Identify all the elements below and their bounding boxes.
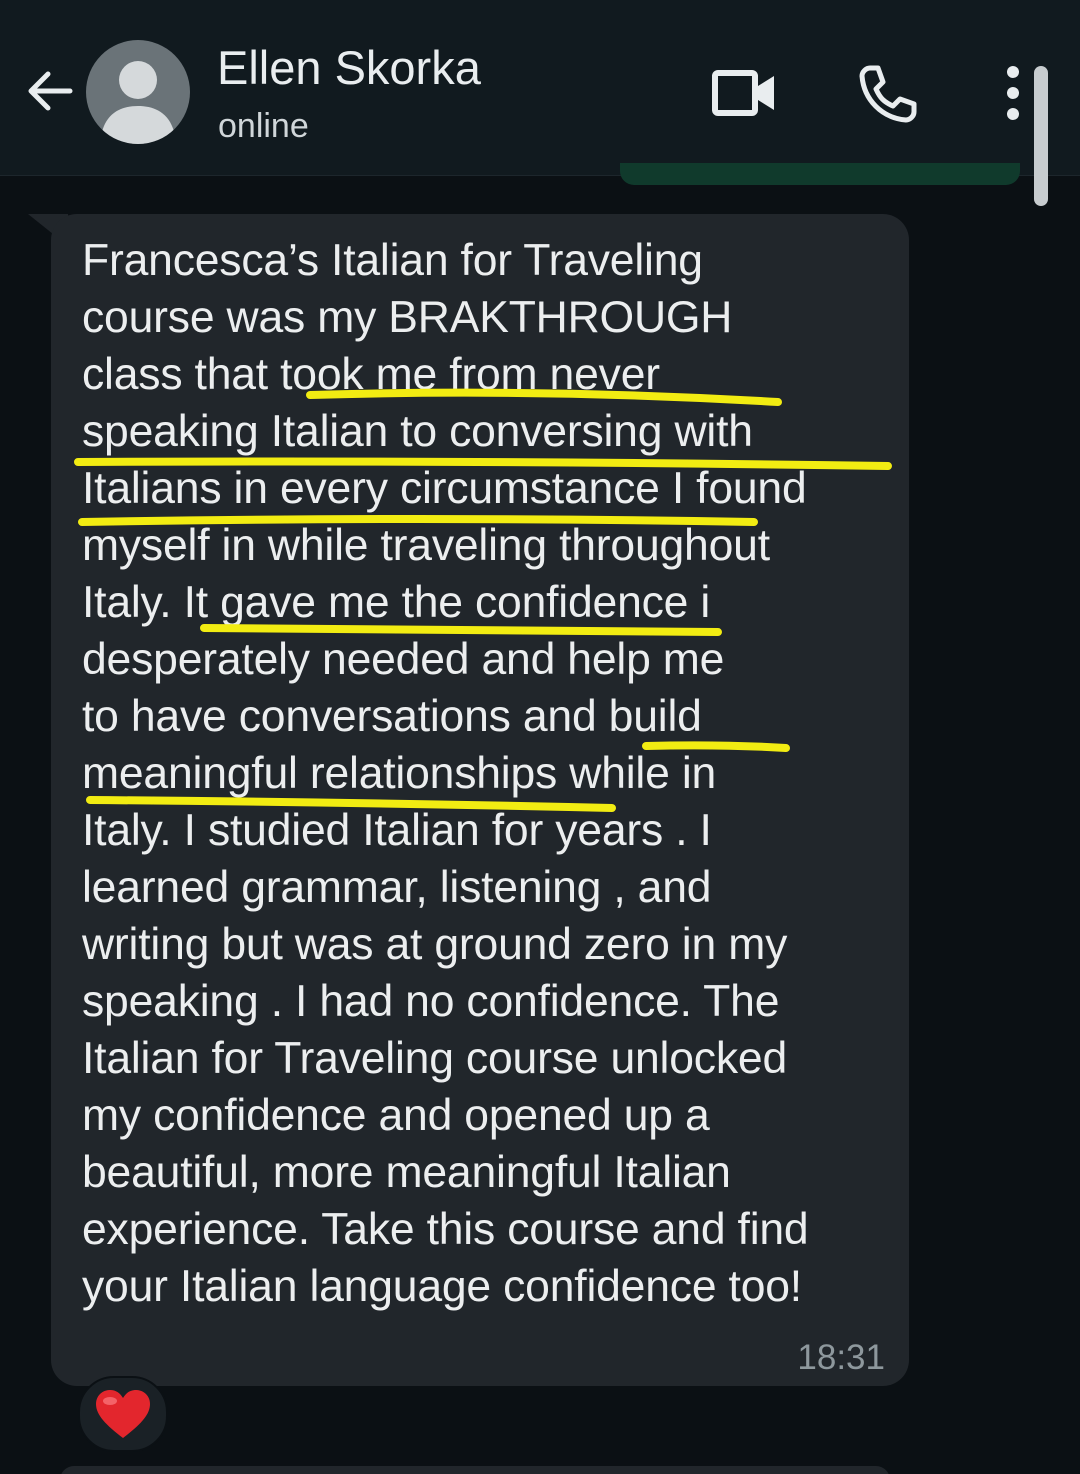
voice-call-icon[interactable] — [856, 62, 920, 126]
back-arrow-icon[interactable] — [22, 63, 78, 119]
scrollbar-thumb[interactable] — [1034, 66, 1048, 206]
contact-status: online — [218, 107, 309, 145]
message-text: Francesca’s Italian for Traveling course… — [82, 232, 892, 1315]
message-line: beautiful, more meaningful Italian — [82, 1148, 731, 1197]
message-line: desperately needed and help me — [82, 635, 725, 684]
message-line: Francesca’s Italian for Traveling — [82, 236, 703, 285]
message-line: class that took me from never — [82, 350, 660, 399]
message-line: Italian for Traveling course unlocked — [82, 1034, 787, 1083]
chat-header: Ellen Skorka online — [0, 0, 1080, 176]
reaction-badge[interactable] — [78, 1376, 168, 1452]
video-call-icon[interactable] — [710, 64, 778, 122]
contact-avatar[interactable] — [86, 40, 190, 144]
message-line: Italy. I studied Italian for years . I — [82, 806, 712, 855]
message-line: to have conversations and build — [82, 692, 702, 741]
message-line: speaking Italian to conversing with — [82, 407, 753, 456]
message-line: myself in while traveling throughout — [82, 521, 770, 570]
chat-screen: Ellen Skorka online Francesca’s Italian … — [0, 0, 1080, 1474]
message-line: meaningful relationships while in — [82, 749, 717, 798]
more-options-icon[interactable] — [998, 62, 1028, 124]
avatar-placeholder-icon — [100, 61, 176, 144]
message-line: Italy. It gave me the confidence i — [82, 578, 711, 627]
contact-name[interactable]: Ellen Skorka — [217, 40, 481, 96]
message-line: writing but was at ground zero in my — [82, 920, 788, 969]
next-message-edge — [60, 1466, 890, 1474]
previous-message-edge — [620, 163, 1020, 185]
heart-icon — [96, 1390, 150, 1438]
message-line: learned grammar, listening , and — [82, 863, 712, 912]
message-line: course was my BRAKTHROUGH — [82, 293, 733, 342]
message-line: experience. Take this course and find — [82, 1205, 809, 1254]
message-line: my confidence and opened up a — [82, 1091, 710, 1140]
message-line: Italians in every circumstance I found — [82, 464, 807, 513]
message-line: your Italian language confidence too! — [82, 1262, 802, 1311]
message-timestamp: 18:31 — [797, 1338, 885, 1377]
message-line: speaking . I had no confidence. The — [82, 977, 780, 1026]
